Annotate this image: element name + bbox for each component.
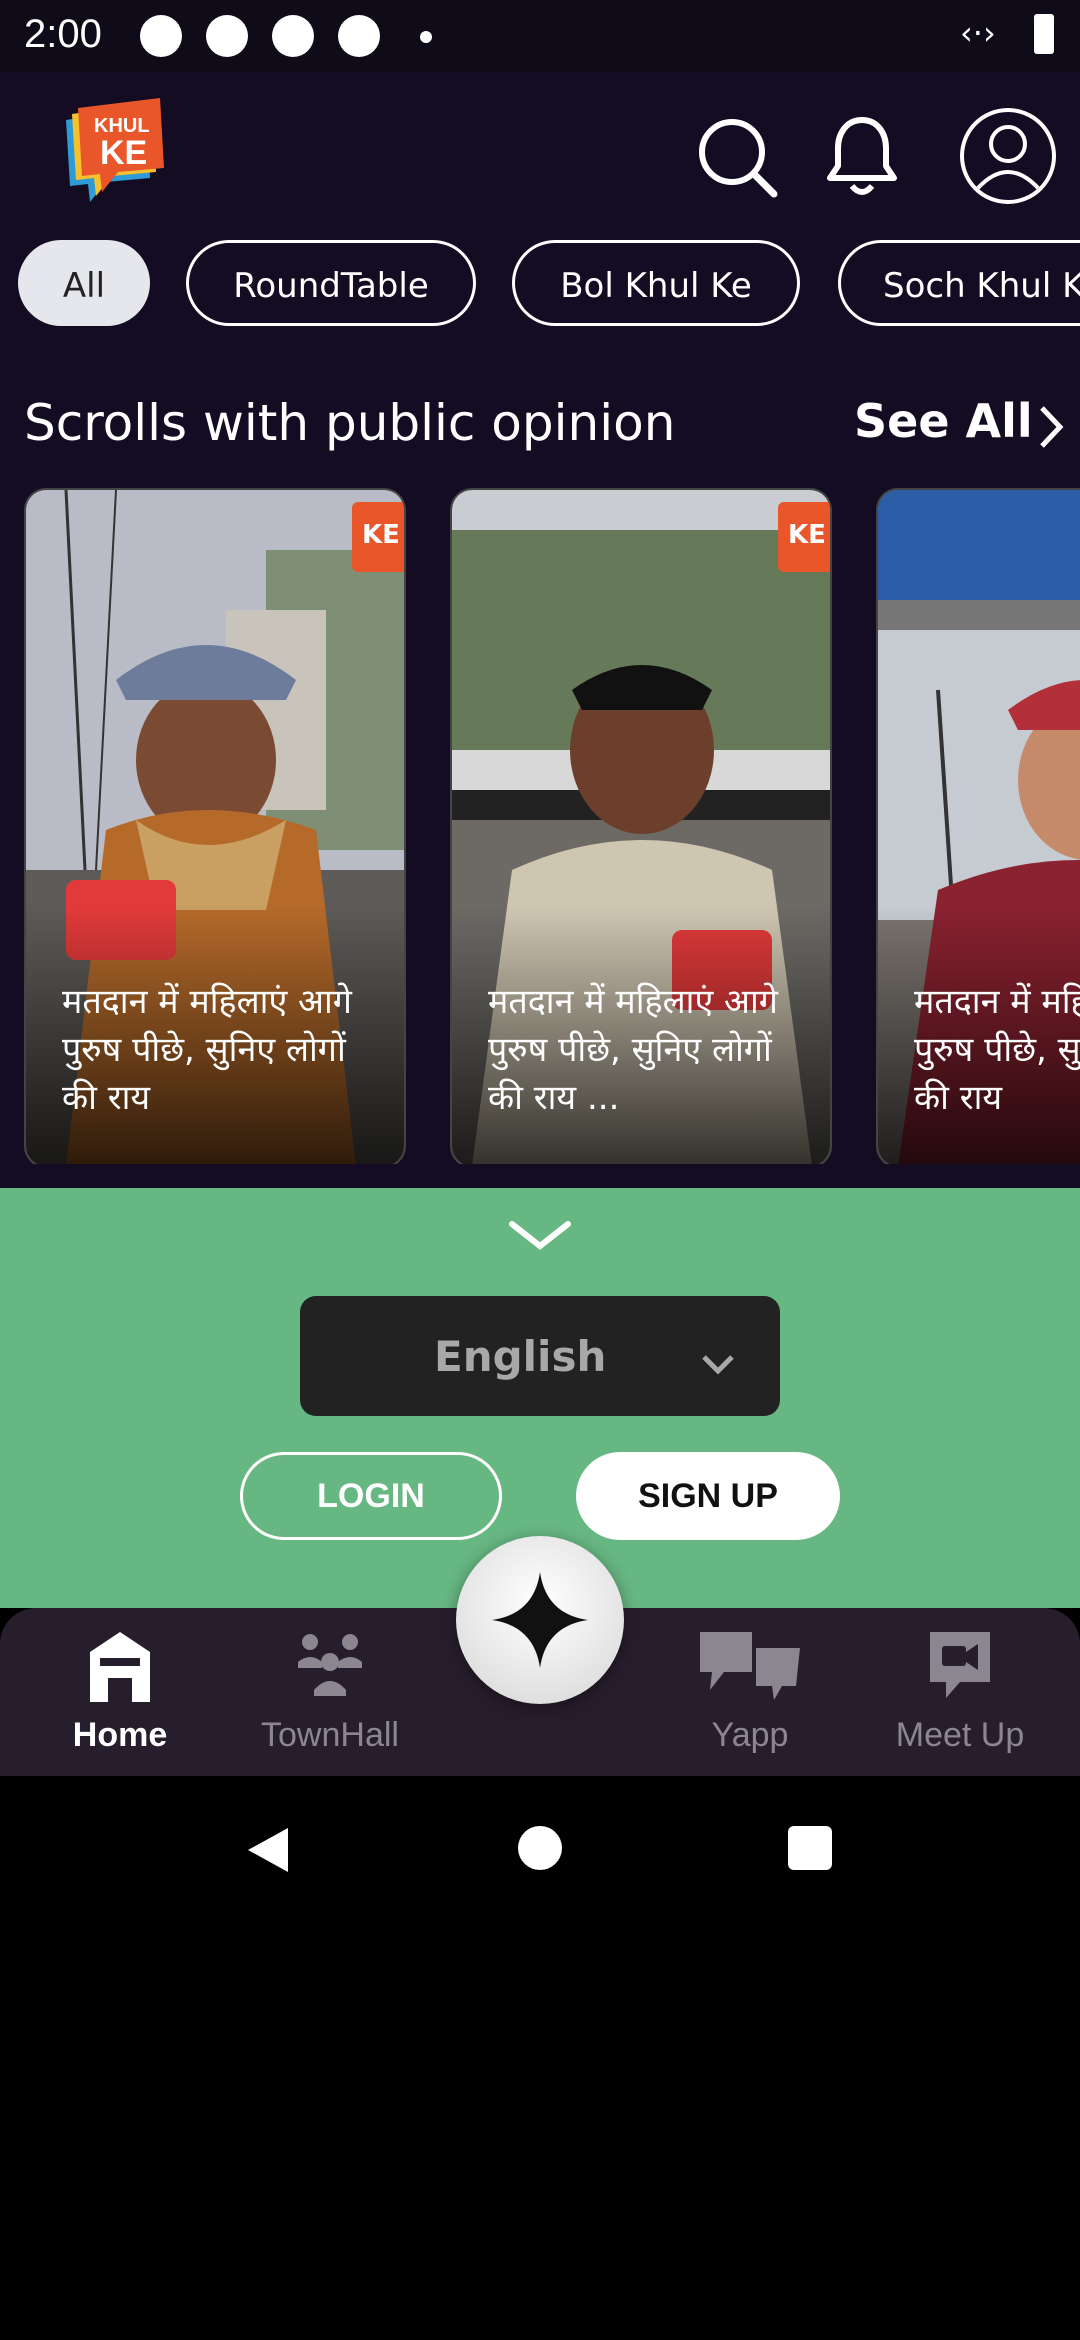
battery-icon xyxy=(1034,14,1054,54)
see-all-link[interactable]: See All xyxy=(854,394,1033,448)
nav-yapp[interactable]: Yapp xyxy=(650,1608,850,1776)
scroll-card[interactable]: KE मतदान में महिलाएं आगे पुरुष पीछे, सुन… xyxy=(450,488,832,1164)
nav-townhall[interactable]: TownHall xyxy=(230,1608,430,1776)
scroll-cards: KE मतदान में महिलाएं आगे पुरुष पीछे, सुन… xyxy=(0,488,1080,1164)
chip-soch-khul-ke[interactable]: Soch Khul Ke xyxy=(838,240,1080,326)
status-time: 2:00 xyxy=(24,12,102,56)
chip-bol-khul-ke[interactable]: Bol Khul Ke xyxy=(512,240,800,326)
scroll-card[interactable]: मतदान में महिलाएं आगे पुरुष पीछे, सुनिए … xyxy=(876,488,1080,1164)
signup-button[interactable]: SIGN UP xyxy=(576,1452,840,1540)
status-bar: 2:00 ‹·› xyxy=(0,0,1080,72)
people-group-icon xyxy=(298,1634,362,1696)
nav-yapp-label: Yapp xyxy=(711,1716,789,1754)
nav-home[interactable]: Home xyxy=(20,1608,220,1776)
language-value: English xyxy=(434,1332,607,1381)
card-caption: मतदान में महिलाएं आगे पुरुष पीछे, सुनिए … xyxy=(488,982,778,1118)
chevron-down-icon xyxy=(698,1340,738,1389)
notification-dot-icon xyxy=(338,15,380,57)
card-caption: मतदान में महिलाएं आगे पुरुष पीछे, सुनिए … xyxy=(62,982,352,1118)
svg-text:KE: KE xyxy=(100,134,147,172)
recents-icon[interactable] xyxy=(788,1826,832,1870)
login-button[interactable]: LOGIN xyxy=(240,1452,502,1540)
home-button-icon[interactable] xyxy=(518,1826,562,1870)
nav-meetup-label: Meet Up xyxy=(895,1716,1025,1754)
system-nav-bar xyxy=(0,1776,1080,1920)
search-icon[interactable] xyxy=(696,116,780,204)
chat-bubbles-icon xyxy=(700,1632,800,1700)
nav-meetup[interactable]: Meet Up xyxy=(860,1608,1060,1776)
card-logo: KE xyxy=(778,502,830,572)
filter-chips: All RoundTable Bol Khul Ke Soch Khul Ke xyxy=(0,240,1080,332)
network-icon: ‹·› xyxy=(960,14,996,52)
section-title: Scrolls with public opinion xyxy=(24,394,676,452)
app-logo[interactable]: KHUL KE xyxy=(60,98,180,218)
card-logo: KE xyxy=(352,502,404,572)
card-caption: मतदान में महिलाएं आगे पुरुष पीछे, सुनिए … xyxy=(914,982,1080,1118)
chip-roundtable[interactable]: RoundTable xyxy=(186,240,476,326)
chevron-right-icon[interactable] xyxy=(1036,404,1066,454)
more-notifications-icon xyxy=(420,31,432,43)
back-icon[interactable] xyxy=(244,1826,292,1874)
nav-home-label: Home xyxy=(72,1716,168,1754)
notification-dot-icon xyxy=(206,15,248,57)
video-chat-icon xyxy=(930,1632,990,1698)
collapse-chevron-icon[interactable] xyxy=(508,1216,572,1260)
chip-all[interactable]: All xyxy=(18,240,150,326)
notification-dot-icon xyxy=(272,15,314,57)
sparkle-icon xyxy=(492,1572,588,1668)
nav-townhall-label: TownHall xyxy=(261,1716,399,1754)
app-main: KHUL KE All RoundTable Bol Khul Ke Soch … xyxy=(0,72,1080,1188)
scroll-card[interactable]: KE मतदान में महिलाएं आगे पुरुष पीछे, सुन… xyxy=(24,488,406,1164)
language-select[interactable]: English xyxy=(300,1296,780,1416)
create-fab-button[interactable] xyxy=(456,1536,624,1704)
profile-icon[interactable] xyxy=(958,106,1058,210)
bell-icon[interactable] xyxy=(824,114,900,202)
notification-dot-icon xyxy=(140,15,182,57)
home-icon xyxy=(90,1632,150,1702)
